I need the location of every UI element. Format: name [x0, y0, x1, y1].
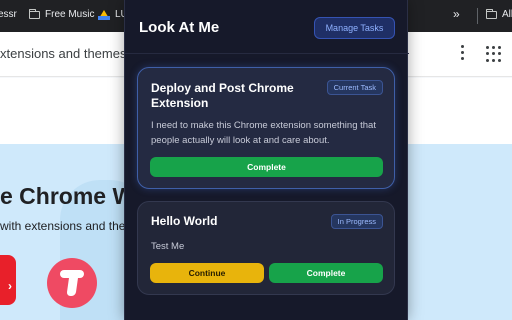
apps-grid-icon[interactable]	[486, 46, 502, 62]
bookmark-all[interactable]: All	[485, 8, 512, 20]
popup-title: Look At Me	[139, 19, 220, 36]
hero-title: e Chrome W	[0, 183, 135, 209]
status-badge: In Progress	[330, 214, 383, 229]
complete-button[interactable]: Complete	[150, 157, 383, 177]
task-title: Deploy and Post Chrome Extension	[151, 81, 294, 110]
search-field-text[interactable]: xtensions and themes	[0, 46, 126, 61]
manage-tasks-button[interactable]: Manage Tasks	[314, 17, 395, 39]
more-menu-icon[interactable]	[458, 45, 466, 63]
hero-subtitle: with extensions and ther	[0, 219, 130, 233]
task-description: Test Me	[151, 241, 185, 252]
complete-button[interactable]: Complete	[269, 263, 383, 283]
drive-icon	[98, 9, 110, 20]
folder-icon	[485, 8, 497, 19]
bookmark-label: All	[502, 9, 512, 20]
header-divider	[125, 53, 409, 54]
bookmarks-overflow-button[interactable]: »	[453, 7, 460, 21]
bookmark-item[interactable]: essr	[0, 9, 17, 20]
continue-button[interactable]: Continue	[150, 263, 264, 283]
task-card-in-progress: Hello World In Progress Test Me Continue…	[137, 201, 395, 295]
bookmark-free-music[interactable]: Free Music	[28, 8, 95, 20]
overflow-chevron-icon: »	[453, 7, 460, 21]
bookmarks-separator	[477, 8, 478, 24]
extension-tile-icon[interactable]: ›	[0, 255, 16, 305]
bookmark-label: Free Music	[45, 9, 95, 20]
extension-t-logo-icon[interactable]	[47, 258, 97, 308]
task-title: Hello World	[151, 214, 218, 228]
extension-popup: Look At Me Manage Tasks Deploy and Post …	[124, 0, 409, 320]
folder-icon	[28, 8, 40, 19]
bookmark-label: essr	[0, 9, 17, 20]
task-card-current: Deploy and Post Chrome Extension Current…	[137, 67, 395, 189]
status-badge: Current Task	[326, 80, 383, 95]
task-description: I need to make this Chrome extension som…	[151, 120, 376, 146]
